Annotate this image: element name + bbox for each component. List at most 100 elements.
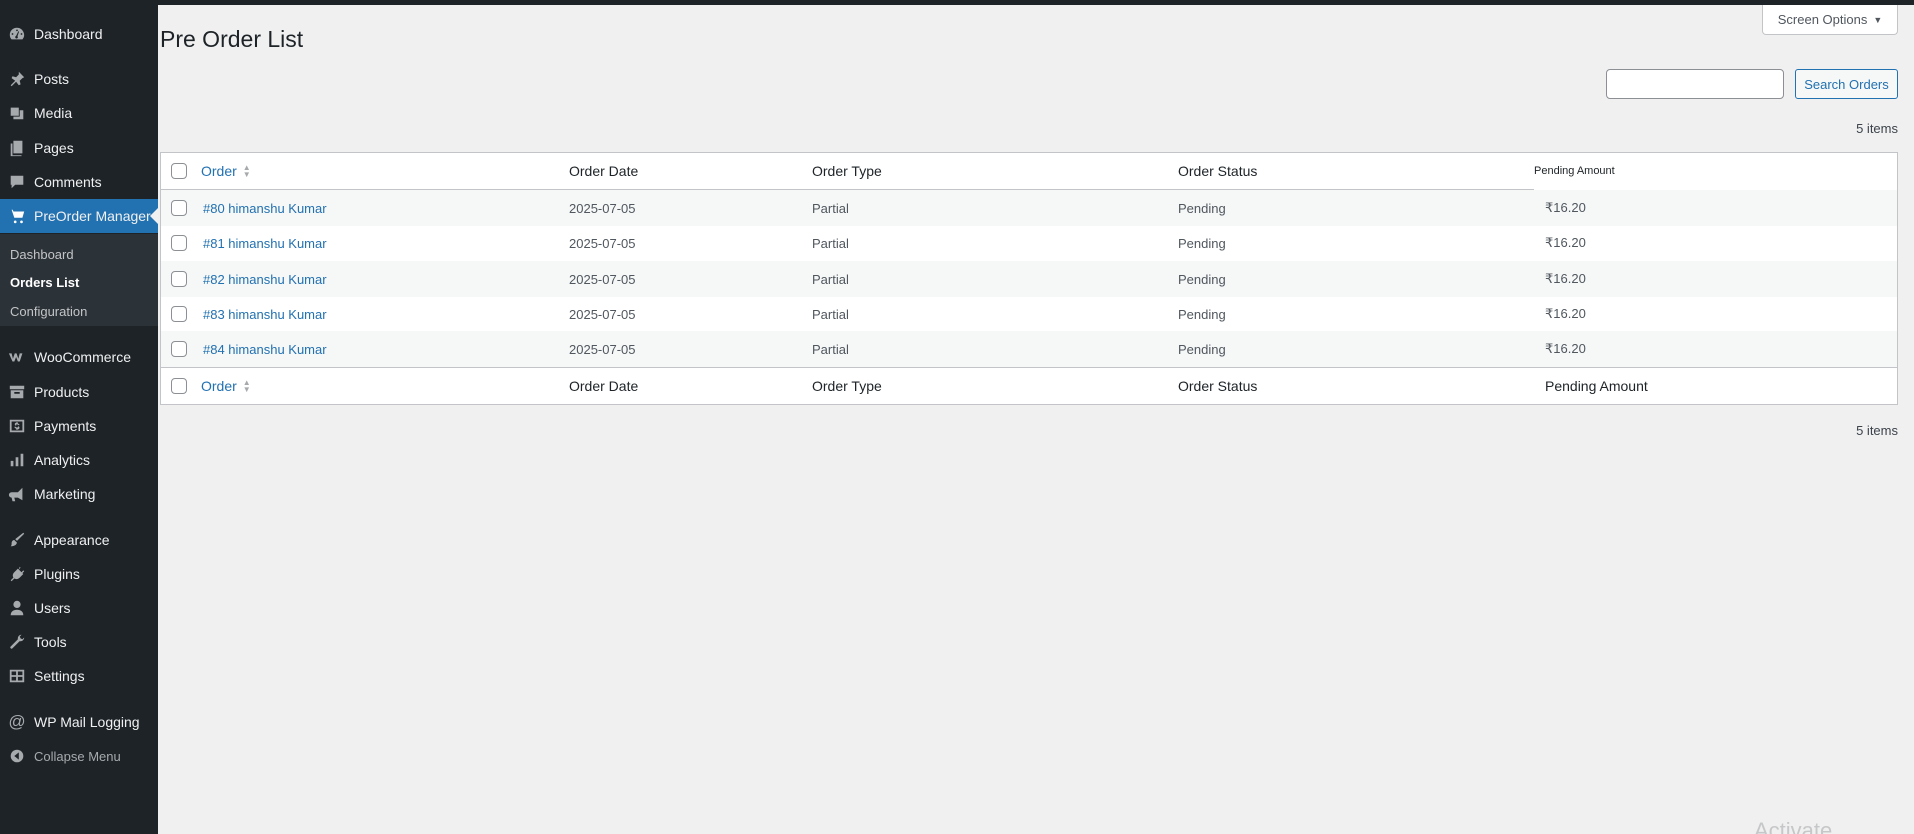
sidebar-item-media[interactable]: Media [0, 96, 158, 130]
sidebar-item-payments[interactable]: Payments [0, 409, 158, 443]
submenu-item-dashboard[interactable]: Dashboard [10, 247, 74, 262]
order-date: 2025-07-05 [569, 341, 636, 357]
table-row: #84 himanshu Kumar 2025-07-05 Partial Pe… [161, 331, 1897, 367]
column-header-order-type: Order Type [812, 163, 882, 179]
collapse-menu-button[interactable]: Collapse Menu [0, 739, 158, 773]
order-link[interactable]: #82 himanshu Kumar [203, 272, 327, 287]
select-all-checkbox[interactable] [171, 163, 187, 179]
sidebar-item-label: Settings [34, 668, 85, 684]
sidebar-item-appearance[interactable]: Appearance [0, 523, 158, 557]
sidebar-item-label: Users [34, 600, 71, 616]
pending-amount: ₹16.20 [1545, 235, 1586, 250]
bar-chart-icon [0, 443, 34, 477]
sidebar-item-label: Media [34, 105, 73, 121]
column-header-order-status: Order Status [1178, 163, 1258, 179]
sidebar-item-label: Tools [34, 634, 67, 650]
collapse-icon [0, 739, 34, 773]
sidebar-item-label: PreOrder Manager [34, 208, 151, 224]
sidebar-item-wp-mail-logging[interactable]: @ WP Mail Logging [0, 705, 158, 739]
column-header-order[interactable]: Order ▲ ▼ [201, 153, 251, 189]
order-status: Pending [1178, 341, 1226, 357]
sidebar-item-label: WooCommerce [34, 349, 131, 365]
screen-options-label: Screen Options [1777, 12, 1868, 27]
pending-amount: ₹16.20 [1545, 200, 1586, 215]
pin-icon [0, 62, 34, 96]
sidebar-item-label: Payments [34, 418, 97, 434]
caret-down-icon: ▼ [1873, 14, 1883, 25]
order-date: 2025-07-05 [569, 271, 636, 287]
search-input[interactable] [1606, 69, 1784, 99]
table-row: #80 himanshu Kumar 2025-07-05 Partial Pe… [161, 190, 1897, 226]
page-title: Pre Order List [160, 26, 304, 52]
submenu-item-orders-list[interactable]: Orders List [10, 275, 79, 290]
table-footer-row: Order ▲ ▼ Order Date Order Type Order Sta… [161, 367, 1897, 404]
user-icon [0, 591, 34, 625]
table-row: #82 himanshu Kumar 2025-07-05 Partial Pe… [161, 261, 1897, 297]
sidebar-item-label: Plugins [34, 566, 80, 582]
sidebar-item-label: Collapse Menu [34, 748, 121, 764]
wrench-icon [0, 625, 34, 659]
order-link[interactable]: #80 himanshu Kumar [203, 201, 327, 216]
orders-table: Order ▲ ▼ Order Date Order Type Order Sta… [160, 152, 1898, 405]
row-checkbox[interactable] [171, 341, 187, 357]
sidebar-item-woocommerce[interactable]: WooCommerce [0, 340, 158, 374]
sidebar-item-tools[interactable]: Tools [0, 625, 158, 659]
sidebar-item-posts[interactable]: Posts [0, 62, 158, 96]
sidebar-item-analytics[interactable]: Analytics [0, 443, 158, 477]
sidebar-item-label: Products [34, 384, 90, 400]
screen-options-button[interactable]: Screen Options ▼ [1762, 5, 1898, 35]
megaphone-icon [0, 477, 34, 511]
row-checkbox[interactable] [171, 200, 187, 216]
sidebar-item-plugins[interactable]: Plugins [0, 557, 158, 591]
column-header-label: Order [201, 378, 237, 394]
comment-icon [0, 165, 34, 199]
main-content: Screen Options ▼ Pre Order List Search O… [158, 0, 1914, 834]
sidebar-item-settings[interactable]: Settings [0, 659, 158, 693]
order-type: Partial [812, 341, 849, 357]
column-header-order-date: Order Date [569, 163, 639, 179]
order-type: Partial [812, 235, 849, 251]
order-link[interactable]: #84 himanshu Kumar [203, 342, 327, 357]
items-count-bottom: 5 items [1856, 423, 1898, 438]
order-link[interactable]: #83 himanshu Kumar [203, 307, 327, 322]
column-header-label: Order [201, 163, 237, 179]
woocommerce-icon [0, 340, 34, 374]
footer-header-pending-amount: Pending Amount [1545, 378, 1648, 394]
media-icon [0, 96, 34, 130]
archive-icon [0, 375, 34, 409]
plug-icon [0, 557, 34, 591]
sidebar-item-products[interactable]: Products [0, 375, 158, 409]
order-date: 2025-07-05 [569, 306, 636, 322]
paint-brush-icon [0, 523, 34, 557]
sidebar-item-marketing[interactable]: Marketing [0, 477, 158, 511]
sidebar-item-users[interactable]: Users [0, 591, 158, 625]
table-row: #81 himanshu Kumar 2025-07-05 Partial Pe… [161, 225, 1897, 261]
order-link[interactable]: #81 himanshu Kumar [203, 236, 327, 251]
footer-header-order[interactable]: Order ▲ ▼ [201, 368, 251, 404]
sidebar-item-dashboard[interactable]: Dashboard [0, 17, 158, 51]
preorder-submenu: Dashboard Orders List Configuration [0, 234, 158, 326]
order-status: Pending [1178, 271, 1226, 287]
sidebar-item-label: Analytics [34, 452, 91, 468]
select-all-checkbox-footer[interactable] [171, 378, 187, 394]
sidebar-item-pages[interactable]: Pages [0, 131, 158, 165]
sidebar-item-label: Pages [34, 140, 74, 156]
sort-icon: ▲ ▼ [242, 378, 251, 394]
pages-icon [0, 131, 34, 165]
order-date: 2025-07-05 [569, 235, 636, 251]
row-checkbox[interactable] [171, 271, 187, 287]
search-orders-button[interactable]: Search Orders [1795, 69, 1898, 99]
activate-windows-watermark: Activate Windows [1754, 818, 1833, 834]
order-status: Pending [1178, 200, 1226, 216]
submenu-item-configuration[interactable]: Configuration [10, 304, 87, 319]
sidebar-item-preorder-manager[interactable]: PreOrder Manager [0, 199, 158, 233]
sidebar-item-label: Posts [34, 71, 70, 87]
row-checkbox[interactable] [171, 306, 187, 322]
row-checkbox[interactable] [171, 235, 187, 251]
sidebar-item-comments[interactable]: Comments [0, 165, 158, 199]
sidebar-item-label: Appearance [34, 532, 110, 548]
dashboard-icon [0, 17, 34, 51]
pending-amount: ₹16.20 [1545, 306, 1586, 321]
table-row: #83 himanshu Kumar 2025-07-05 Partial Pe… [161, 296, 1897, 332]
settings-icon [0, 659, 34, 693]
